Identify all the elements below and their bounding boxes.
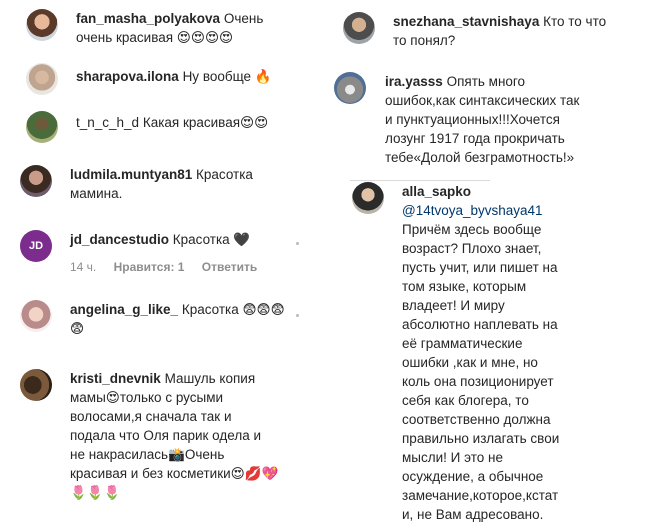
comment-username[interactable]: jd_dancestudio [70,232,169,247]
comment-username[interactable]: alla_sapko [402,182,559,201]
comment-snezhana-stavnishaya: snezhana_stavnishaya Кто то что то понял… [343,12,606,50]
comment-text: не накрасилась📸Очень [70,447,225,462]
comment-kristi-dnevnik: kristi_dnevnik Машуль копия мамы😍только … [20,369,278,502]
comment-text: 😨 [70,321,85,336]
comment-text: ошибки ,как и мне, но [402,355,538,370]
comment-ira-yasss: ira.yasss Опять много ошибок,как синтакс… [334,72,579,167]
comment-text: коль она позиционирует [402,374,554,389]
avatar[interactable] [352,182,384,214]
comment-text: подала что Оля парик одела и [70,428,262,443]
comment-text: мамина. [70,186,123,201]
comment-meta: 14 ч. Нравится: 1 Ответить [70,258,271,277]
avatar[interactable] [26,63,58,95]
comment-text: замечание,которое,кстат [402,488,559,503]
comment-text: Красотка 😨😨😨 [181,302,285,317]
comment-text: Кто то что [543,14,607,29]
comment-text: её грамматические [402,336,523,351]
avatar[interactable]: JD [20,230,52,262]
comment-angelina-g-like: angelina_g_like_ Красотка 😨😨😨 😨 [20,300,285,338]
comment-text: Ну вообще 🔥 [182,69,272,84]
avatar[interactable] [20,165,52,197]
comment-body: alla_sapko @14tvoya_byvshaya41 Причём зд… [402,182,559,524]
comment-body: kristi_dnevnik Машуль копия мамы😍только … [70,369,278,502]
avatar[interactable] [26,111,58,143]
comment-likes[interactable]: Нравится: 1 [114,260,185,274]
comment-body: jd_dancestudio Красотка 🖤 14 ч. Нравится… [70,230,271,277]
comment-text: Очень [223,11,264,26]
comment-text: Красотка 🖤 [172,232,251,247]
comment-text: том языке, которым [402,279,527,294]
comment-text: владеет! И миру [402,298,505,313]
comment-body: angelina_g_like_ Красотка 😨😨😨 😨 [70,300,285,338]
comment-body: snezhana_stavnishaya Кто то что то понял… [393,12,606,50]
comment-text: тебе«Долой безграмотность!» [385,150,575,165]
comment-text: и, не Вам адресовано. [402,507,544,522]
comment-body: ludmila.muntyan81 Красотка мамина. [70,165,253,203]
comment-jd-dancestudio: JD jd_dancestudio Красотка 🖤 14 ч. Нрави… [20,230,271,277]
comment-text: Какая красивая😍😍 [142,115,269,130]
comment-alla-sapko: alla_sapko @14tvoya_byvshaya41 Причём зд… [352,182,559,524]
comment-body: fan_masha_polyakova Очень очень красивая… [76,9,263,47]
more-dots-icon[interactable] [294,240,300,246]
comment-text: правильно излагать свои [402,431,560,446]
comment-username[interactable]: sharapova.ilona [76,69,179,84]
comment-body: ira.yasss Опять много ошибок,как синтакс… [385,72,579,167]
comment-text: то понял? [393,33,456,48]
more-dots-icon[interactable] [294,312,300,318]
comment-text: себя как блогера, то [402,393,529,408]
comment-text: соответственно должна [402,412,551,427]
avatar[interactable] [26,9,58,41]
comment-username[interactable]: t_n_c_h_d [76,115,139,130]
comment-text: ошибок,как синтаксических так [385,93,580,108]
comment-time: 14 ч. [70,260,97,274]
comment-username[interactable]: kristi_dnevnik [70,371,161,386]
comment-text: возраст? Плохо знает, [402,241,542,256]
thread-divider [350,180,490,181]
comment-sharapova-ilona: sharapova.ilona Ну вообще 🔥 [26,63,272,95]
comment-text: и пунктуационных!!!Хочется [385,112,560,127]
avatar[interactable] [20,369,52,401]
comment-text: Опять много [446,74,526,89]
avatar[interactable] [343,12,375,44]
comment-fan-masha-polyakova: fan_masha_polyakova Очень очень красивая… [26,9,263,47]
avatar[interactable] [334,72,366,104]
comment-text: мамы😍только с русыми [70,390,224,405]
comment-body: sharapova.ilona Ну вообще 🔥 [76,63,272,95]
comment-text: пусть учит, или пишет на [402,260,558,275]
comment-username[interactable]: ira.yasss [385,74,443,89]
left-comment-column: fan_masha_polyakova Очень очень красивая… [0,0,315,532]
comment-username[interactable]: angelina_g_like_ [70,302,178,317]
avatar[interactable] [20,300,52,332]
comment-username[interactable]: snezhana_stavnishaya [393,14,539,29]
comment-username[interactable]: ludmila.muntyan81 [70,167,192,182]
comment-username[interactable]: fan_masha_polyakova [76,11,220,26]
comment-text: мысли! И это не [402,450,503,465]
comment-text: осуждение, а обычное [402,469,544,484]
reply-button[interactable]: Ответить [202,260,257,274]
comment-text: Красотка [196,167,253,182]
comment-text: Машуль копия [164,371,256,386]
comment-text: абсолютно наплевать на [402,317,558,332]
mention-link[interactable]: @14tvoya_byvshaya41 [402,201,559,220]
comment-body: t_n_c_h_d Какая красивая😍😍 [76,111,268,143]
comment-text: 🌷🌷🌷 [70,485,121,500]
right-comment-column: snezhana_stavnishaya Кто то что то понял… [325,0,650,532]
comment-t-n-c-h-d: t_n_c_h_d Какая красивая😍😍 [26,111,268,143]
comment-text: лозунг 1917 года прокричать [385,131,565,146]
comment-text: красивая и без косметики😍💋💖 [70,466,279,481]
comment-text: очень красивая 😍😍😍😍 [76,30,234,45]
comment-ludmila-muntyan81: ludmila.muntyan81 Красотка мамина. [20,165,253,203]
jd-logo: JD [28,240,44,252]
comment-text: Причём здесь вообще [402,222,542,237]
comment-text: волосами,я сначала так и [70,409,232,424]
